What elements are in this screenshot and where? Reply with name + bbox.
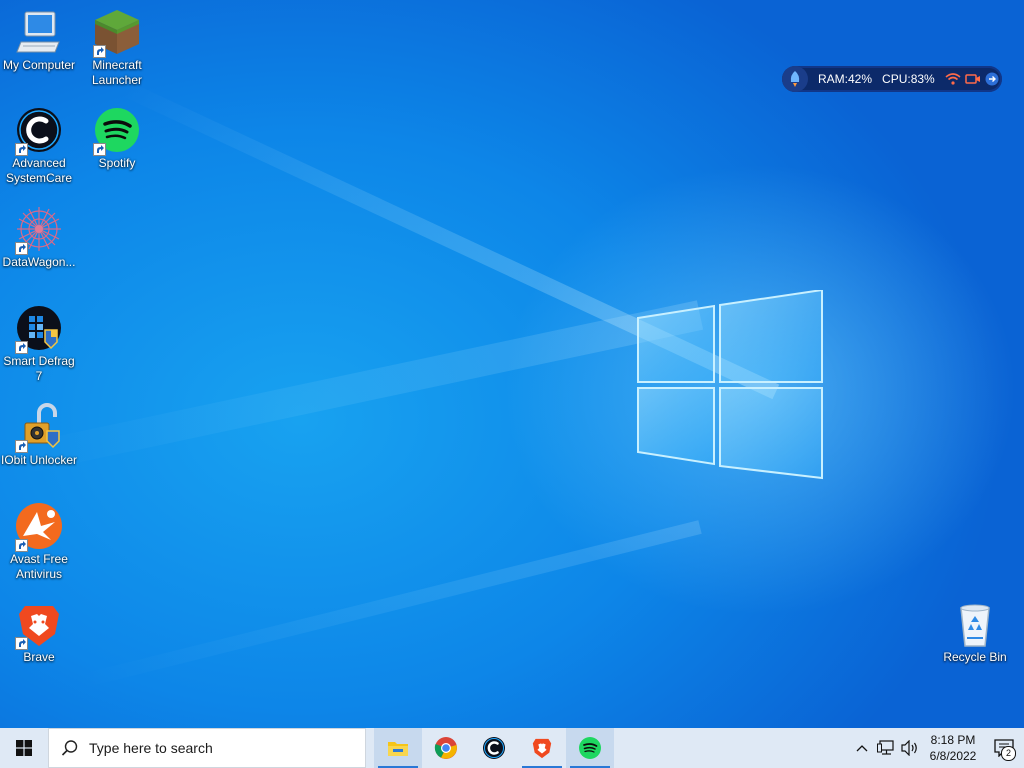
arrow-right-icon[interactable]: [985, 72, 999, 86]
desktop-icon-label: DataWagon...: [2, 255, 76, 269]
taskbar-app-brave[interactable]: [518, 728, 566, 768]
notification-count-badge: 2: [1001, 746, 1016, 761]
taskbar-clock[interactable]: 8:18 PM 6/8/2022: [922, 732, 984, 764]
show-hidden-icons-button[interactable]: [850, 728, 874, 768]
system-monitor-widget[interactable]: RAM:42% CPU:83%: [782, 66, 1002, 92]
desktop-icon-label: My Computer: [2, 58, 76, 72]
desktop-icon-my-computer[interactable]: My Computer: [0, 8, 78, 73]
folder-icon: [388, 742, 408, 756]
desktop-icon-datawagon[interactable]: DataWagon...: [0, 205, 78, 270]
taskbar-app-spotify[interactable]: [566, 728, 614, 768]
desktop-icon-minecraft-launcher[interactable]: Minecraft Launcher: [78, 8, 156, 88]
desktop-icon-spotify[interactable]: Spotify: [78, 106, 156, 171]
taskbar-app-chrome[interactable]: [422, 728, 470, 768]
clock-date: 6/8/2022: [929, 749, 977, 763]
wifi-icon[interactable]: [945, 73, 961, 85]
computer-icon: [16, 11, 60, 53]
cpu-usage: CPU:83%: [882, 72, 935, 86]
search-placeholder: Type here to search: [89, 740, 213, 756]
desktop-icon-label: Advanced SystemCare: [5, 156, 73, 185]
desktop-icon-brave[interactable]: Brave: [0, 600, 78, 665]
taskbar-app-advanced-systemcare[interactable]: [470, 728, 518, 768]
ram-usage: RAM:42%: [818, 72, 873, 86]
windows-icon: [16, 740, 32, 756]
search-icon: [61, 740, 78, 756]
desktop-icon-label: Spotify: [98, 156, 136, 170]
rocket-icon[interactable]: [782, 66, 808, 92]
action-center-button[interactable]: 2: [984, 728, 1024, 768]
desktop-icon-label: Avast Free Antivirus: [10, 552, 68, 581]
desktop-icon-avast[interactable]: Avast Free Antivirus: [0, 502, 78, 582]
chrome-icon: [434, 737, 457, 759]
desktop-icon-label: IObit Unlocker: [0, 453, 78, 467]
speaker-icon: [901, 740, 917, 756]
desktop-icon-advanced-systemcare[interactable]: Advanced SystemCare: [0, 106, 78, 186]
system-tray: 8:18 PM 6/8/2022 2: [850, 728, 1024, 768]
recycle-bin-icon: [960, 604, 990, 647]
network-icon: [877, 740, 894, 755]
advanced-systemcare-icon: [483, 737, 505, 759]
desktop-icon-label: Brave: [23, 650, 55, 664]
screen-record-icon[interactable]: [964, 73, 981, 85]
windows-logo-wallpaper: [637, 290, 823, 480]
desktop-icon-label: Recycle Bin: [943, 650, 1007, 664]
spotify-icon: [579, 737, 601, 759]
chevron-up-icon: [856, 745, 868, 752]
network-button[interactable]: [874, 728, 898, 768]
brave-icon: [532, 738, 552, 759]
desktop-background[interactable]: My Computer Minecraft Launcher Advanced …: [0, 0, 1024, 728]
volume-button[interactable]: [898, 728, 922, 768]
taskbar: Type here to search 8:18 PM 6/8/2022 2: [0, 728, 1024, 768]
start-button[interactable]: [0, 728, 48, 768]
desktop-icon-iobit-unlocker[interactable]: IObit Unlocker: [0, 403, 78, 468]
desktop-icon-smart-defrag[interactable]: Smart Defrag 7: [0, 304, 78, 384]
desktop-icon-label: Smart Defrag 7: [3, 354, 75, 383]
clock-time: 8:18 PM: [930, 733, 976, 747]
desktop-icon-recycle-bin[interactable]: Recycle Bin: [936, 600, 1014, 665]
desktop-icon-label: Minecraft Launcher: [91, 58, 143, 87]
taskbar-search-box[interactable]: Type here to search: [48, 728, 366, 768]
taskbar-app-file-explorer[interactable]: [374, 728, 422, 768]
